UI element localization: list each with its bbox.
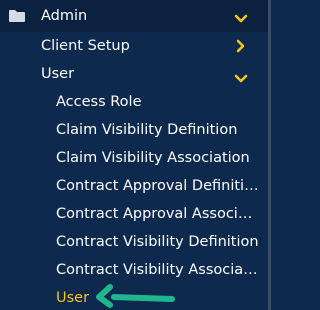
submenu-item-label: Contract Visibility Definition — [56, 234, 259, 250]
submenu-item-contract-visibility-association[interactable]: Contract Visibility Associati... — [0, 256, 271, 284]
submenu-item-label-active: User — [56, 290, 90, 306]
admin-menu-header[interactable]: Admin — [0, 0, 271, 32]
submenu-item-contract-visibility-definition[interactable]: Contract Visibility Definition — [0, 228, 271, 256]
submenu-item-label: Access Role — [56, 94, 142, 110]
admin-label: Admin — [41, 8, 88, 24]
submenu-item-label: Contract Visibility Associati... — [56, 262, 259, 278]
chevron-down-icon[interactable] — [234, 9, 248, 28]
submenu-item-access-role[interactable]: Access Role — [0, 88, 271, 116]
folder-icon — [8, 8, 26, 27]
submenu-item-label: Contract Approval Associati... — [56, 206, 259, 222]
submenu-item-label: Contract Approval Definition — [56, 178, 259, 194]
submenu-item-claim-visibility-association[interactable]: Claim Visibility Association — [0, 144, 271, 172]
chevron-down-icon[interactable] — [234, 69, 248, 88]
submenu-item-label: Claim Visibility Association — [56, 150, 250, 166]
submenu-item-contract-approval-definition[interactable]: Contract Approval Definition — [0, 172, 271, 200]
chevron-right-icon[interactable] — [236, 38, 246, 57]
submenu-item-contract-approval-association[interactable]: Contract Approval Associati... — [0, 200, 271, 228]
submenu-item-label: Claim Visibility Definition — [56, 122, 238, 138]
pointer-arrow-icon — [94, 284, 178, 310]
menu-item-client-setup[interactable]: Client Setup — [0, 32, 271, 60]
scrollbar[interactable] — [268, 0, 271, 310]
submenu-item-claim-visibility-definition[interactable]: Claim Visibility Definition — [0, 116, 271, 144]
menu-item-user-group[interactable]: User — [0, 60, 271, 88]
user-group-label: User — [41, 66, 75, 82]
admin-navigation-menu: Admin Client Setup User Access Role Clai… — [0, 0, 271, 310]
client-setup-label: Client Setup — [41, 38, 130, 54]
